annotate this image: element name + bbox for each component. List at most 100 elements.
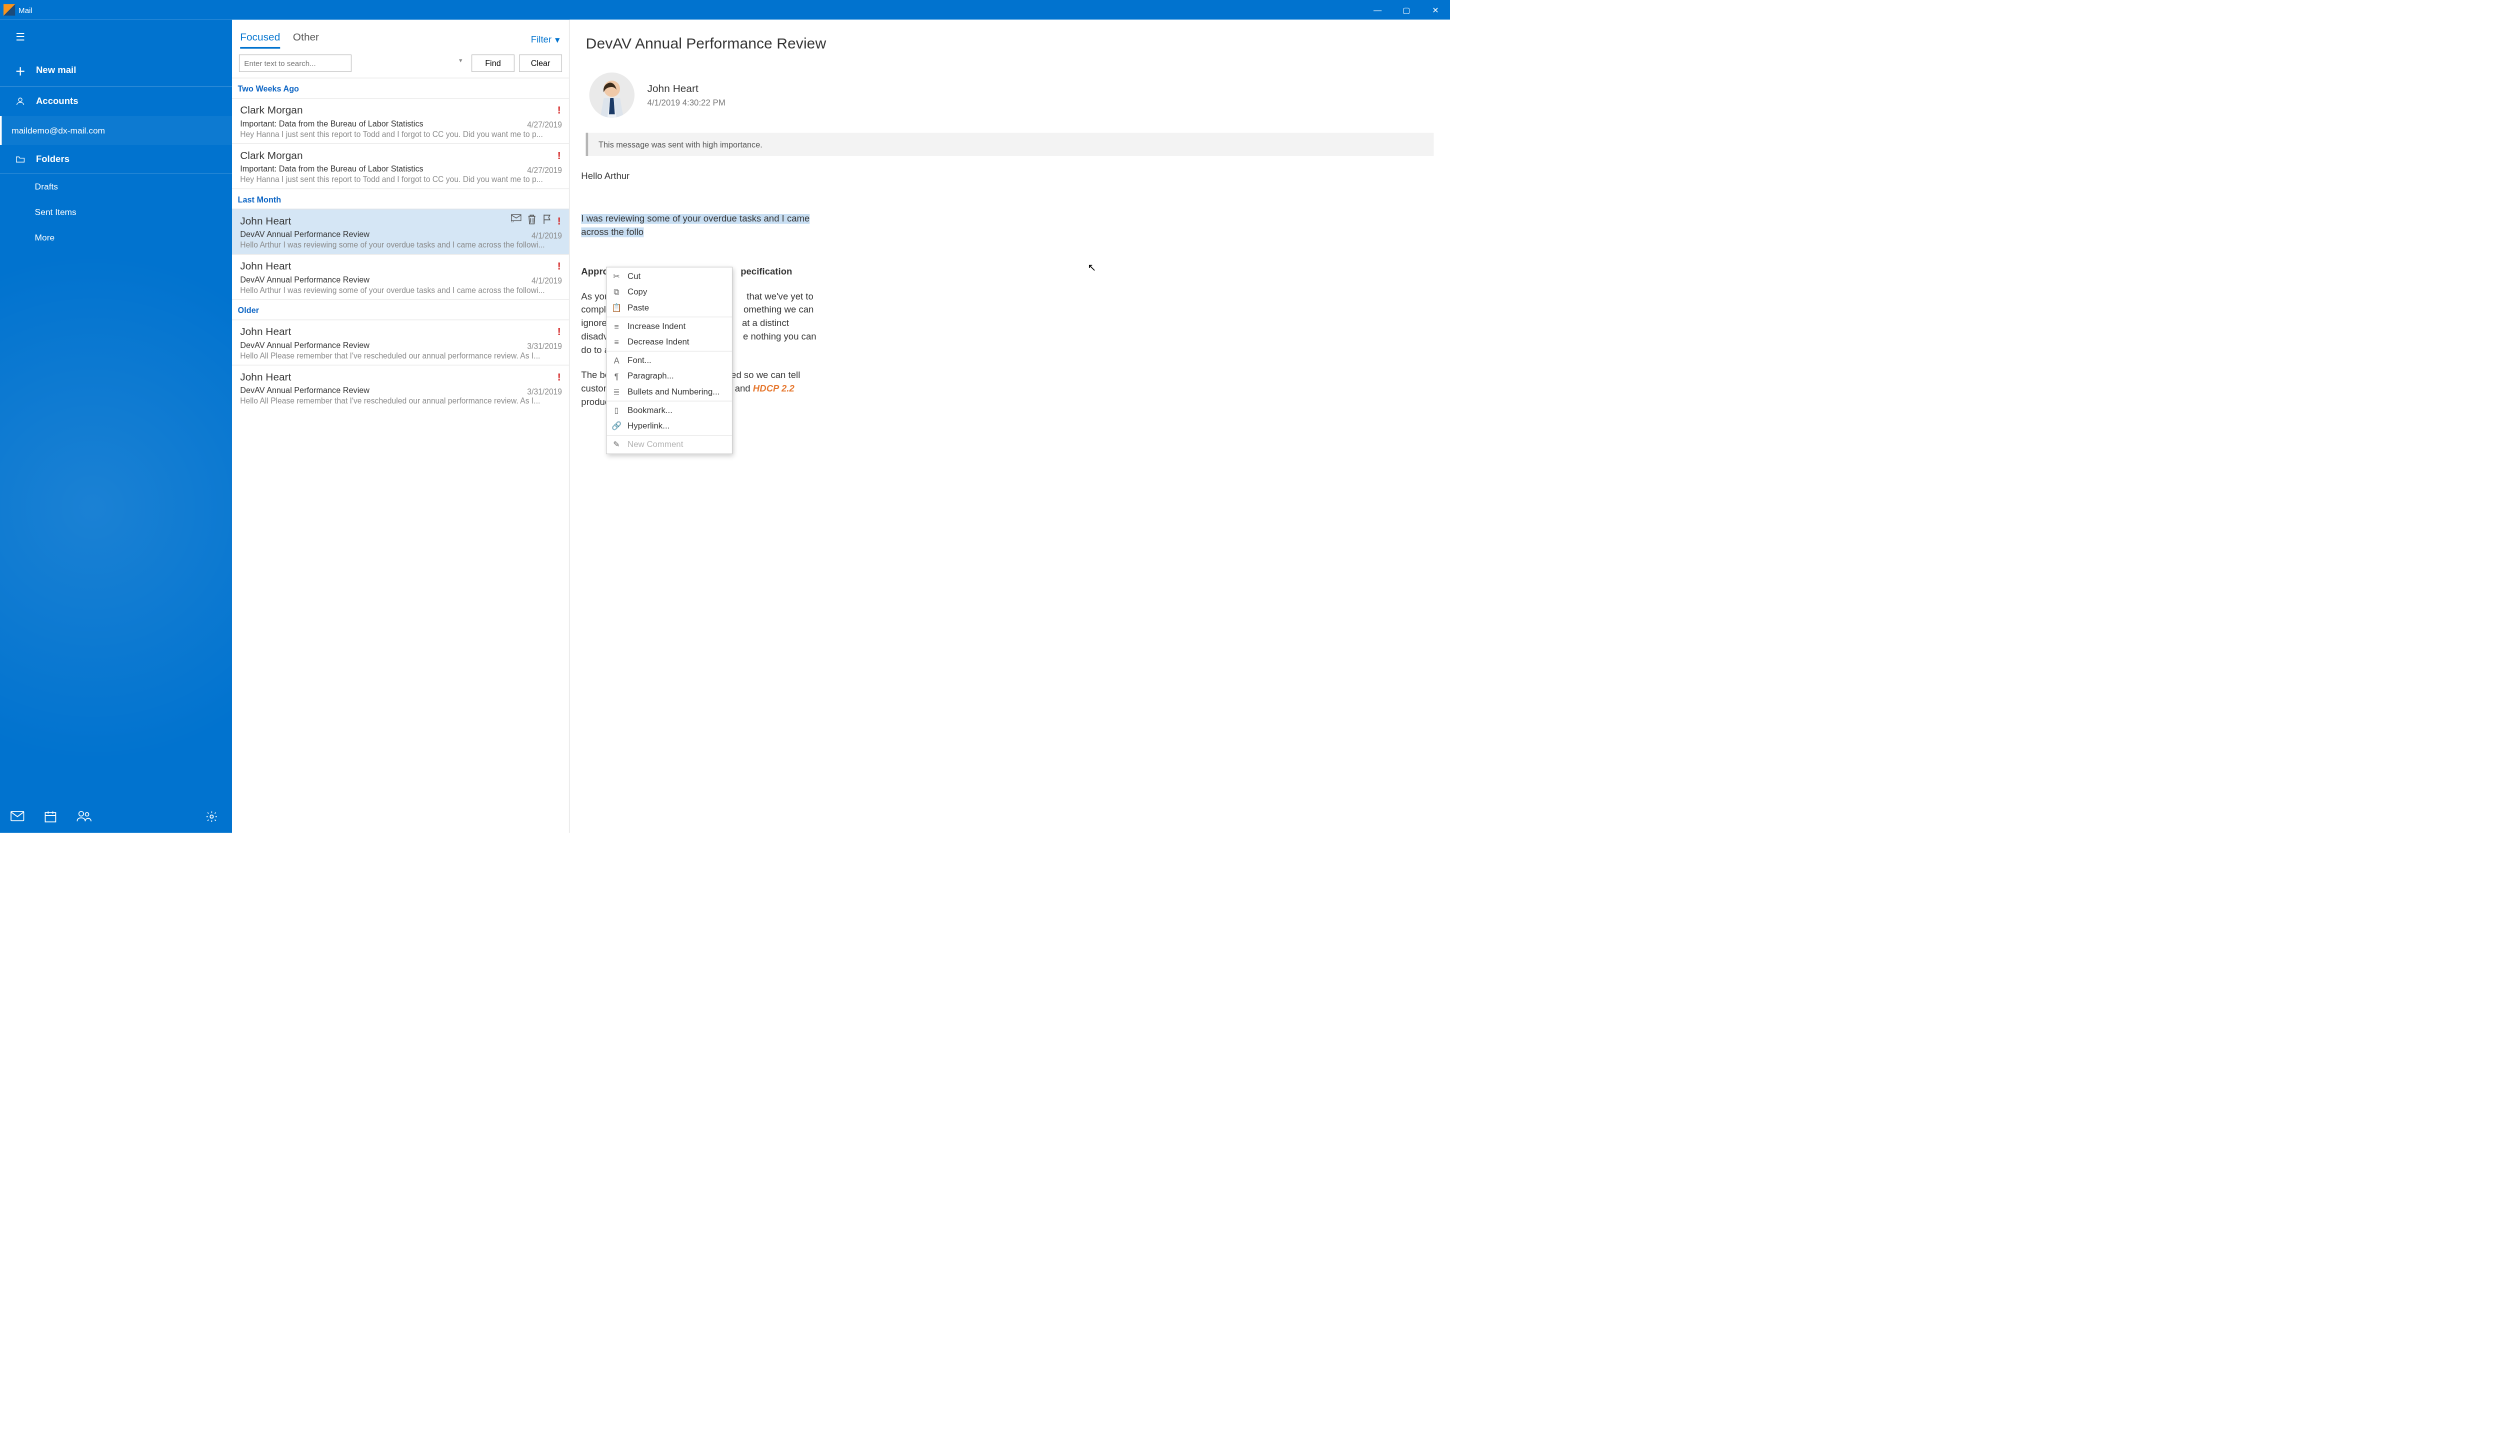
ctx-decrease-indent[interactable]: ≡ Decrease Indent — [607, 334, 732, 350]
folder-more[interactable]: More — [0, 225, 232, 251]
hamburger-button[interactable]: ☰ — [0, 20, 232, 55]
ctx-label: Paste — [628, 303, 650, 312]
body-frag: and — [732, 384, 753, 394]
message-item[interactable]: ! John Heart DevAV Annual Performance Re… — [232, 365, 569, 410]
search-input[interactable] — [239, 55, 352, 72]
ctx-bullets[interactable]: ≣Bullets and Numbering... — [607, 384, 732, 400]
folder-label: Drafts — [35, 182, 58, 192]
ctx-font[interactable]: AFont... — [607, 353, 732, 369]
folders-header[interactable]: Folders — [0, 145, 232, 174]
link-icon: 🔗 — [611, 421, 621, 431]
ctx-bookmark[interactable]: ▯Bookmark... — [607, 403, 732, 419]
window-close-button[interactable]: ✕ — [1421, 0, 1450, 20]
account-email: maildemo@dx-mail.com — [12, 126, 105, 136]
clear-button[interactable]: Clear — [519, 55, 562, 72]
sidebar-bottom-bar — [0, 800, 232, 832]
mail-nav-icon[interactable] — [10, 810, 24, 823]
comment-icon: ✎ — [611, 440, 621, 450]
message-preview: Hello Arthur I was reviewing some of you… — [240, 241, 562, 250]
list-icon: ≣ — [611, 387, 621, 397]
sender-avatar — [589, 73, 634, 118]
ctx-label: Increase Indent — [628, 322, 686, 331]
hamburger-icon: ☰ — [12, 31, 29, 43]
importance-icon: ! — [557, 150, 560, 162]
message-subject: DevAV Annual Performance Review — [240, 340, 562, 349]
message-date: 4/1/2019 — [532, 277, 562, 286]
delete-icon[interactable] — [527, 214, 536, 224]
message-from: Clark Morgan — [240, 104, 562, 116]
message-from: John Heart — [240, 326, 562, 338]
font-icon: A — [611, 356, 621, 365]
find-button[interactable]: Find — [472, 55, 515, 72]
paste-icon: 📋 — [611, 303, 621, 313]
sender-time: 4/1/2019 4:30:22 PM — [647, 98, 725, 107]
ctx-label: Decrease Indent — [628, 337, 690, 346]
body-greeting: Hello Arthur — [581, 170, 825, 183]
importance-icon: ! — [557, 260, 560, 272]
body-keyword: HDCP 2.2 — [753, 384, 794, 394]
folder-icon — [12, 154, 29, 164]
account-item[interactable]: maildemo@dx-mail.com — [0, 116, 232, 145]
message-from: John Heart — [240, 371, 562, 383]
tab-focused[interactable]: Focused — [240, 31, 280, 48]
folder-sent[interactable]: Sent Items — [0, 200, 232, 226]
message-preview: Hello All Please remember that I've resc… — [240, 397, 562, 406]
message-item[interactable]: ! Clark Morgan Important: Data from the … — [232, 98, 569, 143]
highlighted-text: I was reviewing some of your overdue tas… — [581, 214, 810, 237]
ctx-hyperlink[interactable]: 🔗Hyperlink... — [607, 418, 732, 434]
message-item[interactable]: ! John Heart DevAV Annual Performance Re… — [232, 320, 569, 365]
calendar-nav-icon[interactable] — [44, 810, 57, 823]
reading-title: DevAV Annual Performance Review — [570, 35, 1434, 53]
message-from: Clark Morgan — [240, 150, 562, 162]
message-preview: Hey Hanna I just sent this report to Tod… — [240, 175, 562, 184]
person-icon — [12, 96, 29, 106]
message-item[interactable]: ! John Heart DevAV Annual Performance Re… — [232, 254, 569, 299]
filter-dropdown[interactable]: Filter ▾ — [531, 34, 560, 46]
folder-drafts[interactable]: Drafts — [0, 174, 232, 200]
ctx-label: Cut — [628, 272, 641, 281]
message-preview: Hello Arthur I was reviewing some of you… — [240, 286, 562, 295]
accounts-header[interactable]: Accounts — [0, 87, 232, 116]
ctx-label: Copy — [628, 287, 648, 296]
sender-name: John Heart — [647, 83, 725, 95]
message-date: 4/27/2019 — [527, 166, 562, 175]
message-subject: Important: Data from the Bureau of Labor… — [240, 119, 562, 128]
message-subject: DevAV Annual Performance Review — [240, 386, 562, 395]
bookmark-icon: ▯ — [611, 405, 621, 415]
reply-icon[interactable] — [511, 214, 521, 224]
message-date: 3/31/2019 — [527, 387, 562, 396]
folder-label: Sent Items — [35, 207, 77, 217]
section-header-right: pecification — [741, 267, 793, 277]
ctx-increase-indent[interactable]: ≡Increase Indent — [607, 318, 732, 334]
titlebar: Mail — ▢ ✕ — [0, 0, 1450, 20]
ctx-label: Paragraph... — [628, 371, 674, 380]
people-nav-icon[interactable] — [77, 810, 92, 823]
app-title: Mail — [19, 6, 33, 15]
flag-icon[interactable] — [542, 214, 551, 224]
paragraph-icon: ¶ — [611, 371, 621, 380]
ctx-paragraph[interactable]: ¶ Paragraph... — [607, 368, 732, 384]
indent-left-icon: ≡ — [611, 337, 621, 346]
importance-icon: ! — [557, 326, 560, 338]
window-minimize-button[interactable]: — — [1363, 0, 1392, 20]
message-item[interactable]: ! Clark Morgan Important: Data from the … — [232, 143, 569, 188]
plus-icon: ＋ — [12, 63, 29, 78]
context-menu: ✂Cut ⧉Copy 📋 Paste ≡Increase Indent ≡ Decr… — [606, 267, 732, 454]
ctx-paste[interactable]: 📋 Paste — [607, 300, 732, 316]
message-subject: Important: Data from the Bureau of Labor… — [240, 164, 562, 173]
message-subject: DevAV Annual Performance Review — [240, 275, 562, 284]
message-date: 3/31/2019 — [527, 342, 562, 351]
ctx-cut[interactable]: ✂Cut — [607, 269, 732, 285]
ctx-copy[interactable]: ⧉Copy — [607, 284, 732, 300]
settings-gear-icon[interactable] — [205, 810, 218, 823]
folder-label: More — [35, 233, 55, 243]
message-item[interactable]: ! John Heart DevAV Annual Performance Re… — [232, 209, 569, 254]
message-preview: Hello All Please remember that I've resc… — [240, 351, 562, 360]
folders-label: Folders — [36, 154, 70, 164]
chevron-down-icon: ▾ — [555, 34, 560, 46]
window-maximize-button[interactable]: ▢ — [1392, 0, 1421, 20]
ctx-label: New Comment — [628, 440, 684, 449]
app-logo-icon — [3, 4, 15, 16]
tab-other[interactable]: Other — [293, 31, 319, 48]
new-mail-button[interactable]: ＋ New mail — [0, 55, 232, 87]
